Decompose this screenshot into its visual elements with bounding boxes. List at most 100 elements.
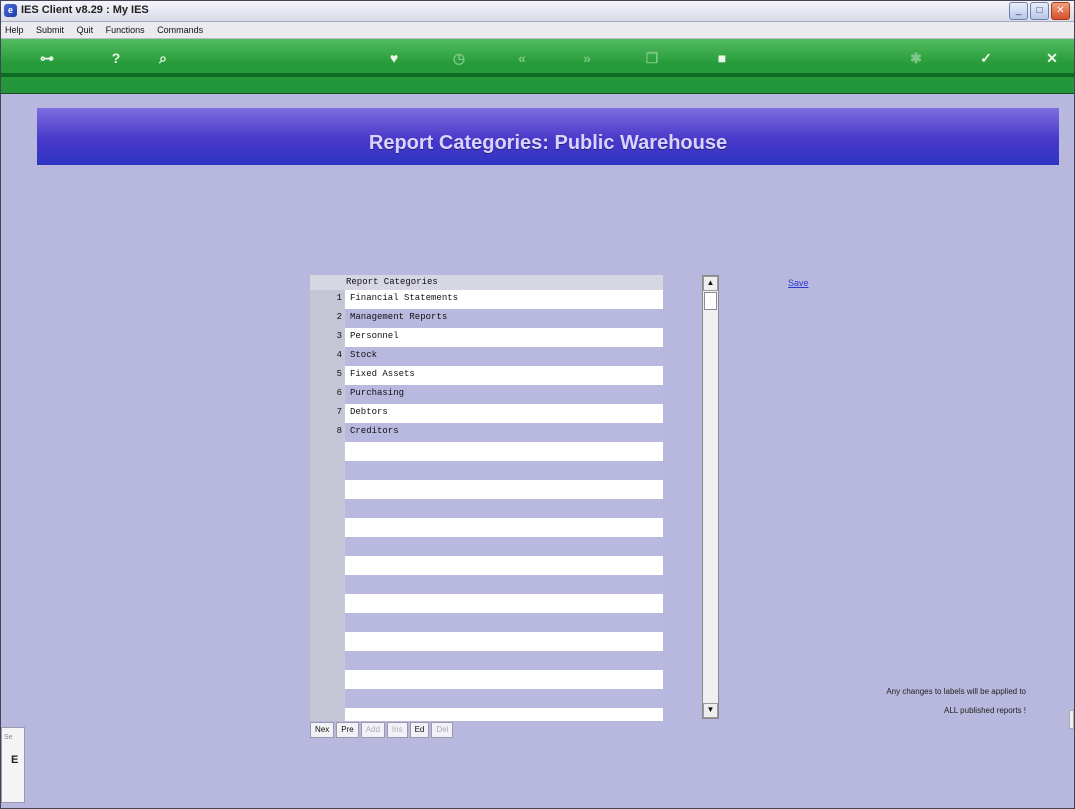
category-cell[interactable]	[345, 556, 663, 575]
grid-button-pre[interactable]: Pre	[336, 722, 359, 738]
category-cell[interactable]	[345, 518, 663, 537]
minimize-icon[interactable]: _	[1009, 2, 1028, 20]
scroll-thumb[interactable]	[704, 292, 717, 310]
table-row[interactable]	[310, 632, 663, 651]
table-row[interactable]: 2 Management Reports	[310, 309, 663, 328]
heart-icon[interactable]: ♥	[383, 47, 405, 69]
menu-commands[interactable]: Commands	[157, 22, 203, 38]
category-cell[interactable]: Purchasing	[345, 385, 663, 404]
row-number: 3	[336, 331, 342, 341]
category-label: Fixed Assets	[350, 369, 415, 379]
toolbar-strip	[1, 73, 1074, 77]
table-row[interactable]	[310, 461, 663, 480]
table-row[interactable]	[310, 689, 663, 708]
category-cell[interactable]: Creditors	[345, 423, 663, 442]
category-cell[interactable]	[345, 670, 663, 689]
labels-note-line1: Any changes to labels will be applied to	[886, 687, 1026, 696]
category-cell[interactable]	[345, 632, 663, 651]
category-cell[interactable]: Management Reports	[345, 309, 663, 328]
rewind-icon[interactable]: «	[511, 47, 533, 69]
window-title: IES Client v8.29 : My IES	[21, 4, 149, 16]
menu-bar: Help Submit Quit Functions Commands	[1, 22, 1074, 39]
table-row[interactable]	[310, 442, 663, 461]
table-row[interactable]	[310, 594, 663, 613]
maximize-icon[interactable]: □	[1030, 2, 1049, 20]
category-cell[interactable]: Stock	[345, 347, 663, 366]
gear-icon[interactable]: ✱	[905, 47, 927, 69]
category-label: Financial Statements	[350, 293, 459, 303]
category-cell[interactable]	[345, 480, 663, 499]
help-icon[interactable]: ?	[105, 47, 127, 69]
table-row[interactable]: 1 Financial Statements	[310, 290, 663, 309]
grid-button-ins: Ins	[386, 722, 408, 738]
grid-header-label: Report Categories	[346, 277, 438, 287]
scroll-down-icon[interactable]: ▼	[703, 703, 718, 718]
table-row[interactable]	[310, 708, 663, 721]
category-cell[interactable]: Personnel	[345, 328, 663, 347]
category-cell[interactable]	[345, 499, 663, 518]
row-number: 2	[336, 312, 342, 322]
category-label: Management Reports	[350, 312, 448, 322]
category-cell[interactable]: Debtors	[345, 404, 663, 423]
forward-icon[interactable]: »	[576, 47, 598, 69]
table-row[interactable]: 8 Creditors	[310, 423, 663, 442]
category-cell[interactable]	[345, 613, 663, 632]
window-controls: _ □ ✕	[1009, 2, 1070, 20]
table-row[interactable]	[310, 499, 663, 518]
category-cell[interactable]	[345, 537, 663, 556]
table-row[interactable]	[310, 537, 663, 556]
app-window: e IES Client v8.29 : My IES _ □ ✕ Help S…	[0, 0, 1075, 809]
menu-quit[interactable]: Quit	[77, 22, 94, 38]
category-cell[interactable]	[345, 442, 663, 461]
category-cell[interactable]: Fixed Assets	[345, 366, 663, 385]
grid-button-ed[interactable]: Ed	[409, 722, 430, 738]
category-label: Creditors	[350, 426, 399, 436]
save-link[interactable]: Save	[788, 278, 809, 288]
menu-help[interactable]: Help	[5, 22, 24, 38]
category-cell[interactable]	[345, 461, 663, 480]
row-number: 7	[336, 407, 342, 417]
grid-button-nex[interactable]: Nex	[310, 722, 335, 738]
table-row[interactable]	[310, 651, 663, 670]
category-cell[interactable]	[345, 651, 663, 670]
check-icon[interactable]: ✓	[975, 47, 997, 69]
table-row[interactable]	[310, 480, 663, 499]
category-cell[interactable]	[345, 594, 663, 613]
category-cell[interactable]	[345, 689, 663, 708]
row-number: 8	[336, 426, 342, 436]
category-label: Stock	[350, 350, 378, 360]
category-cell[interactable]	[345, 575, 663, 594]
close-window-icon[interactable]: ✕	[1051, 2, 1070, 20]
scroll-up-icon[interactable]: ▲	[703, 276, 718, 291]
table-row[interactable]: 5 Fixed Assets	[310, 366, 663, 385]
table-row[interactable]: 4 Stock	[310, 347, 663, 366]
copy-icon[interactable]: ❐	[641, 47, 663, 69]
clock-icon[interactable]: ◷	[448, 47, 470, 69]
grid-header: Report Categories	[310, 275, 663, 290]
table-row[interactable]	[310, 613, 663, 632]
table-row[interactable]: 7 Debtors	[310, 404, 663, 423]
close-icon[interactable]: ✕	[1041, 47, 1063, 69]
menu-functions[interactable]: Functions	[106, 22, 145, 38]
table-row[interactable]: 3 Personnel	[310, 328, 663, 347]
category-cell[interactable]: Financial Statements	[345, 290, 663, 309]
category-cell[interactable]	[345, 708, 663, 721]
stop-icon[interactable]: ■	[711, 47, 733, 69]
table-row[interactable]	[310, 518, 663, 537]
table-row[interactable]	[310, 670, 663, 689]
grid-button-del: Del	[431, 722, 454, 738]
category-label: Personnel	[350, 331, 399, 341]
category-label: Purchasing	[350, 388, 405, 398]
right-edge-widget	[1069, 710, 1074, 729]
table-row[interactable]	[310, 575, 663, 594]
labels-note: Any changes to labels will be applied to…	[771, 682, 1026, 720]
menu-submit[interactable]: Submit	[36, 22, 64, 38]
side-panel-letter: E	[11, 754, 19, 766]
search-icon[interactable]: ⌕	[152, 47, 174, 69]
grid-scrollbar[interactable]: ▲ ▼	[702, 275, 719, 719]
table-row[interactable]	[310, 556, 663, 575]
row-number: 4	[336, 350, 342, 360]
side-panel-stub: Se E	[1, 727, 25, 803]
key-icon[interactable]: ⊶	[36, 47, 58, 69]
table-row[interactable]: 6 Purchasing	[310, 385, 663, 404]
